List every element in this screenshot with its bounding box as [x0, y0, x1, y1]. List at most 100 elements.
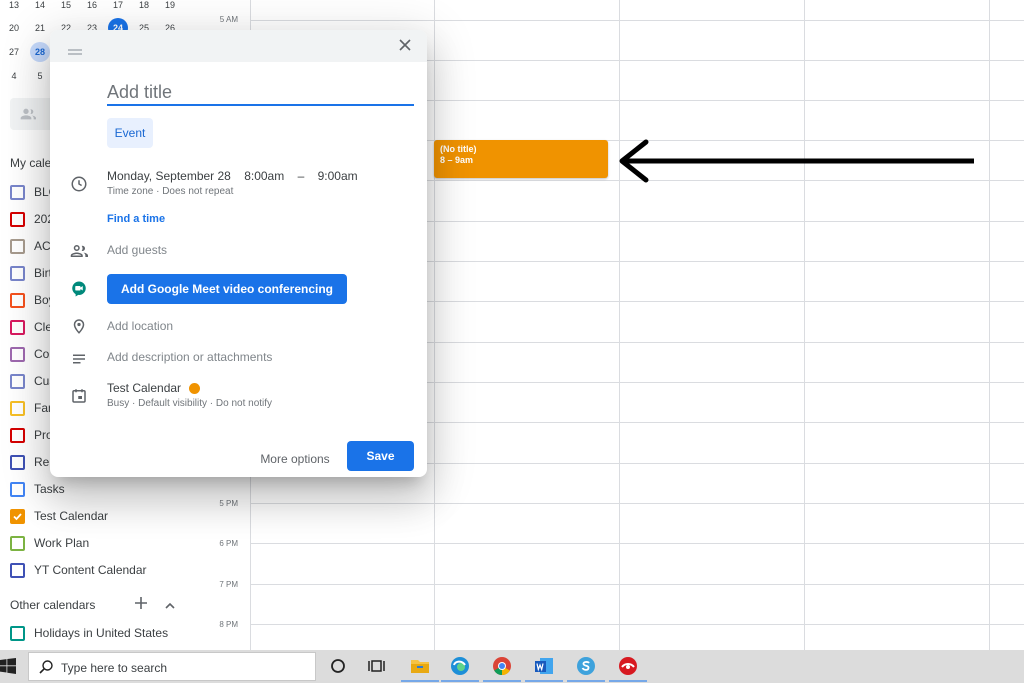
- task-view-icon[interactable]: [366, 654, 390, 678]
- calendar-list-item[interactable]: Work Plan: [10, 533, 210, 553]
- calendar-checkbox[interactable]: [10, 347, 25, 362]
- add-guests-field[interactable]: Add guests: [107, 243, 167, 257]
- calendar-checkbox[interactable]: [10, 401, 25, 416]
- calendar-checkbox[interactable]: [10, 293, 25, 308]
- calendar-event[interactable]: (No title) 8 – 9am: [434, 140, 608, 178]
- hour-gridline: [250, 543, 1024, 544]
- calendar-label: YT Content Calendar: [34, 563, 147, 577]
- calendar-selector[interactable]: Test Calendar: [107, 381, 181, 395]
- event-type-tab[interactable]: Event: [107, 118, 153, 148]
- mini-calendar-day[interactable]: 4: [2, 66, 26, 86]
- hour-gridline: [250, 624, 1024, 625]
- close-icon[interactable]: [398, 38, 412, 57]
- calendar-checkbox[interactable]: [10, 266, 25, 281]
- active-app-indicator: [483, 680, 521, 682]
- calendar-label: Holidays in United States: [34, 626, 169, 640]
- hour-gridline: [250, 20, 1024, 21]
- active-app-indicator: [609, 680, 647, 682]
- mini-calendar-day[interactable]: 16: [80, 0, 104, 15]
- calendar-label: Tasks: [34, 482, 65, 496]
- calendar-checkbox[interactable]: [10, 536, 25, 551]
- mini-calendar-day[interactable]: 13: [2, 0, 26, 15]
- antivirus-app-icon[interactable]: [616, 654, 640, 678]
- mini-calendar-day[interactable]: 21: [28, 18, 52, 38]
- mini-calendar-day[interactable]: 17: [106, 0, 130, 15]
- location-pin-icon: [70, 317, 88, 340]
- skype-app-icon[interactable]: [574, 654, 598, 678]
- day-column-divider: [434, 0, 435, 650]
- hour-gridline: [250, 503, 1024, 504]
- calendar-icon: [70, 387, 88, 410]
- mini-calendar-day[interactable]: 15: [54, 0, 78, 15]
- calendar-list-item[interactable]: Test Calendar: [10, 506, 210, 526]
- windows-start-icon[interactable]: [0, 658, 16, 679]
- drag-handle-icon[interactable]: [68, 42, 82, 60]
- mini-calendar-day[interactable]: 28: [30, 42, 50, 62]
- mini-calendar-day[interactable]: 5: [28, 66, 52, 86]
- add-description-field[interactable]: Add description or attachments: [107, 350, 272, 364]
- calendar-checkbox[interactable]: [10, 563, 25, 578]
- calendar-checkbox[interactable]: [10, 374, 25, 389]
- calendar-list-item[interactable]: Tasks: [10, 479, 210, 499]
- annotation-arrow-icon: [612, 138, 978, 189]
- cortana-icon[interactable]: [326, 654, 350, 678]
- calendar-checkbox[interactable]: [10, 509, 25, 524]
- more-options-button[interactable]: More options: [250, 444, 340, 474]
- mini-calendar-day[interactable]: 14: [28, 0, 52, 15]
- calendar-label: Test Calendar: [34, 509, 109, 523]
- day-column-divider: [804, 0, 805, 650]
- word-app-icon[interactable]: [532, 654, 556, 678]
- time-label: 6 PM: [219, 539, 238, 548]
- day-column-divider: [619, 0, 620, 650]
- add-location-field[interactable]: Add location: [107, 319, 173, 333]
- taskbar-search-placeholder: Type here to search: [61, 661, 168, 675]
- save-button[interactable]: Save: [347, 441, 414, 471]
- calendar-checkbox[interactable]: [10, 239, 25, 254]
- people-icon: [20, 106, 36, 127]
- dialog-header[interactable]: [50, 30, 427, 62]
- screen: 1314151617181920212223242526272829301234…: [0, 0, 1024, 683]
- taskbar-search-box[interactable]: Type here to search: [28, 652, 316, 681]
- event-time: 8 – 9am: [440, 155, 474, 165]
- calendar-checkbox[interactable]: [10, 428, 25, 443]
- calendar-checkbox[interactable]: [10, 482, 25, 497]
- calendar-checkbox[interactable]: [10, 626, 25, 641]
- event-quick-create-dialog: Event Monday, September 28 8:00am – 9:00…: [50, 30, 427, 477]
- title-input[interactable]: [107, 80, 414, 106]
- calendar-label: Work Plan: [34, 536, 90, 550]
- mini-calendar-day[interactable]: 18: [132, 0, 156, 15]
- active-app-indicator: [441, 680, 479, 682]
- mini-calendar-day[interactable]: 20: [2, 18, 26, 38]
- add-google-meet-button[interactable]: Add Google Meet video conferencing: [107, 274, 347, 304]
- google-meet-icon: [70, 280, 88, 303]
- other-calendars-title[interactable]: Other calendars: [10, 598, 95, 612]
- calendar-color-dot: [189, 383, 200, 394]
- start-time[interactable]: 8:00am: [244, 169, 284, 183]
- event-title: (No title): [440, 144, 477, 154]
- add-calendar-icon[interactable]: [134, 596, 148, 615]
- calendar-checkbox[interactable]: [10, 185, 25, 200]
- calendar-checkbox[interactable]: [10, 320, 25, 335]
- time-label: 5 PM: [219, 499, 238, 508]
- calendar-details[interactable]: Busy · Default visibility · Do not notif…: [107, 398, 272, 409]
- find-a-time-link[interactable]: Find a time: [107, 213, 165, 225]
- file-explorer-icon[interactable]: [408, 654, 432, 678]
- active-app-indicator: [567, 680, 605, 682]
- collapse-chevron-icon[interactable]: [164, 598, 176, 616]
- mini-calendar-day[interactable]: 27: [2, 42, 26, 62]
- timezone-repeat[interactable]: Time zone · Does not repeat: [107, 186, 233, 197]
- end-time[interactable]: 9:00am: [318, 169, 358, 183]
- calendar-list-item[interactable]: YT Content Calendar: [10, 560, 210, 580]
- date-time-row[interactable]: Monday, September 28 8:00am – 9:00am: [107, 169, 368, 183]
- event-date[interactable]: Monday, September 28: [107, 169, 231, 183]
- edge-browser-icon[interactable]: [448, 654, 472, 678]
- time-label: 7 PM: [219, 580, 238, 589]
- mini-calendar-day[interactable]: 19: [158, 0, 182, 15]
- calendar-checkbox[interactable]: [10, 455, 25, 470]
- description-icon: [70, 350, 88, 373]
- active-app-indicator: [525, 680, 563, 682]
- chrome-browser-icon[interactable]: [490, 654, 514, 678]
- calendar-list-item[interactable]: Holidays in United States: [10, 623, 210, 643]
- hour-gridline: [250, 584, 1024, 585]
- calendar-checkbox[interactable]: [10, 212, 25, 227]
